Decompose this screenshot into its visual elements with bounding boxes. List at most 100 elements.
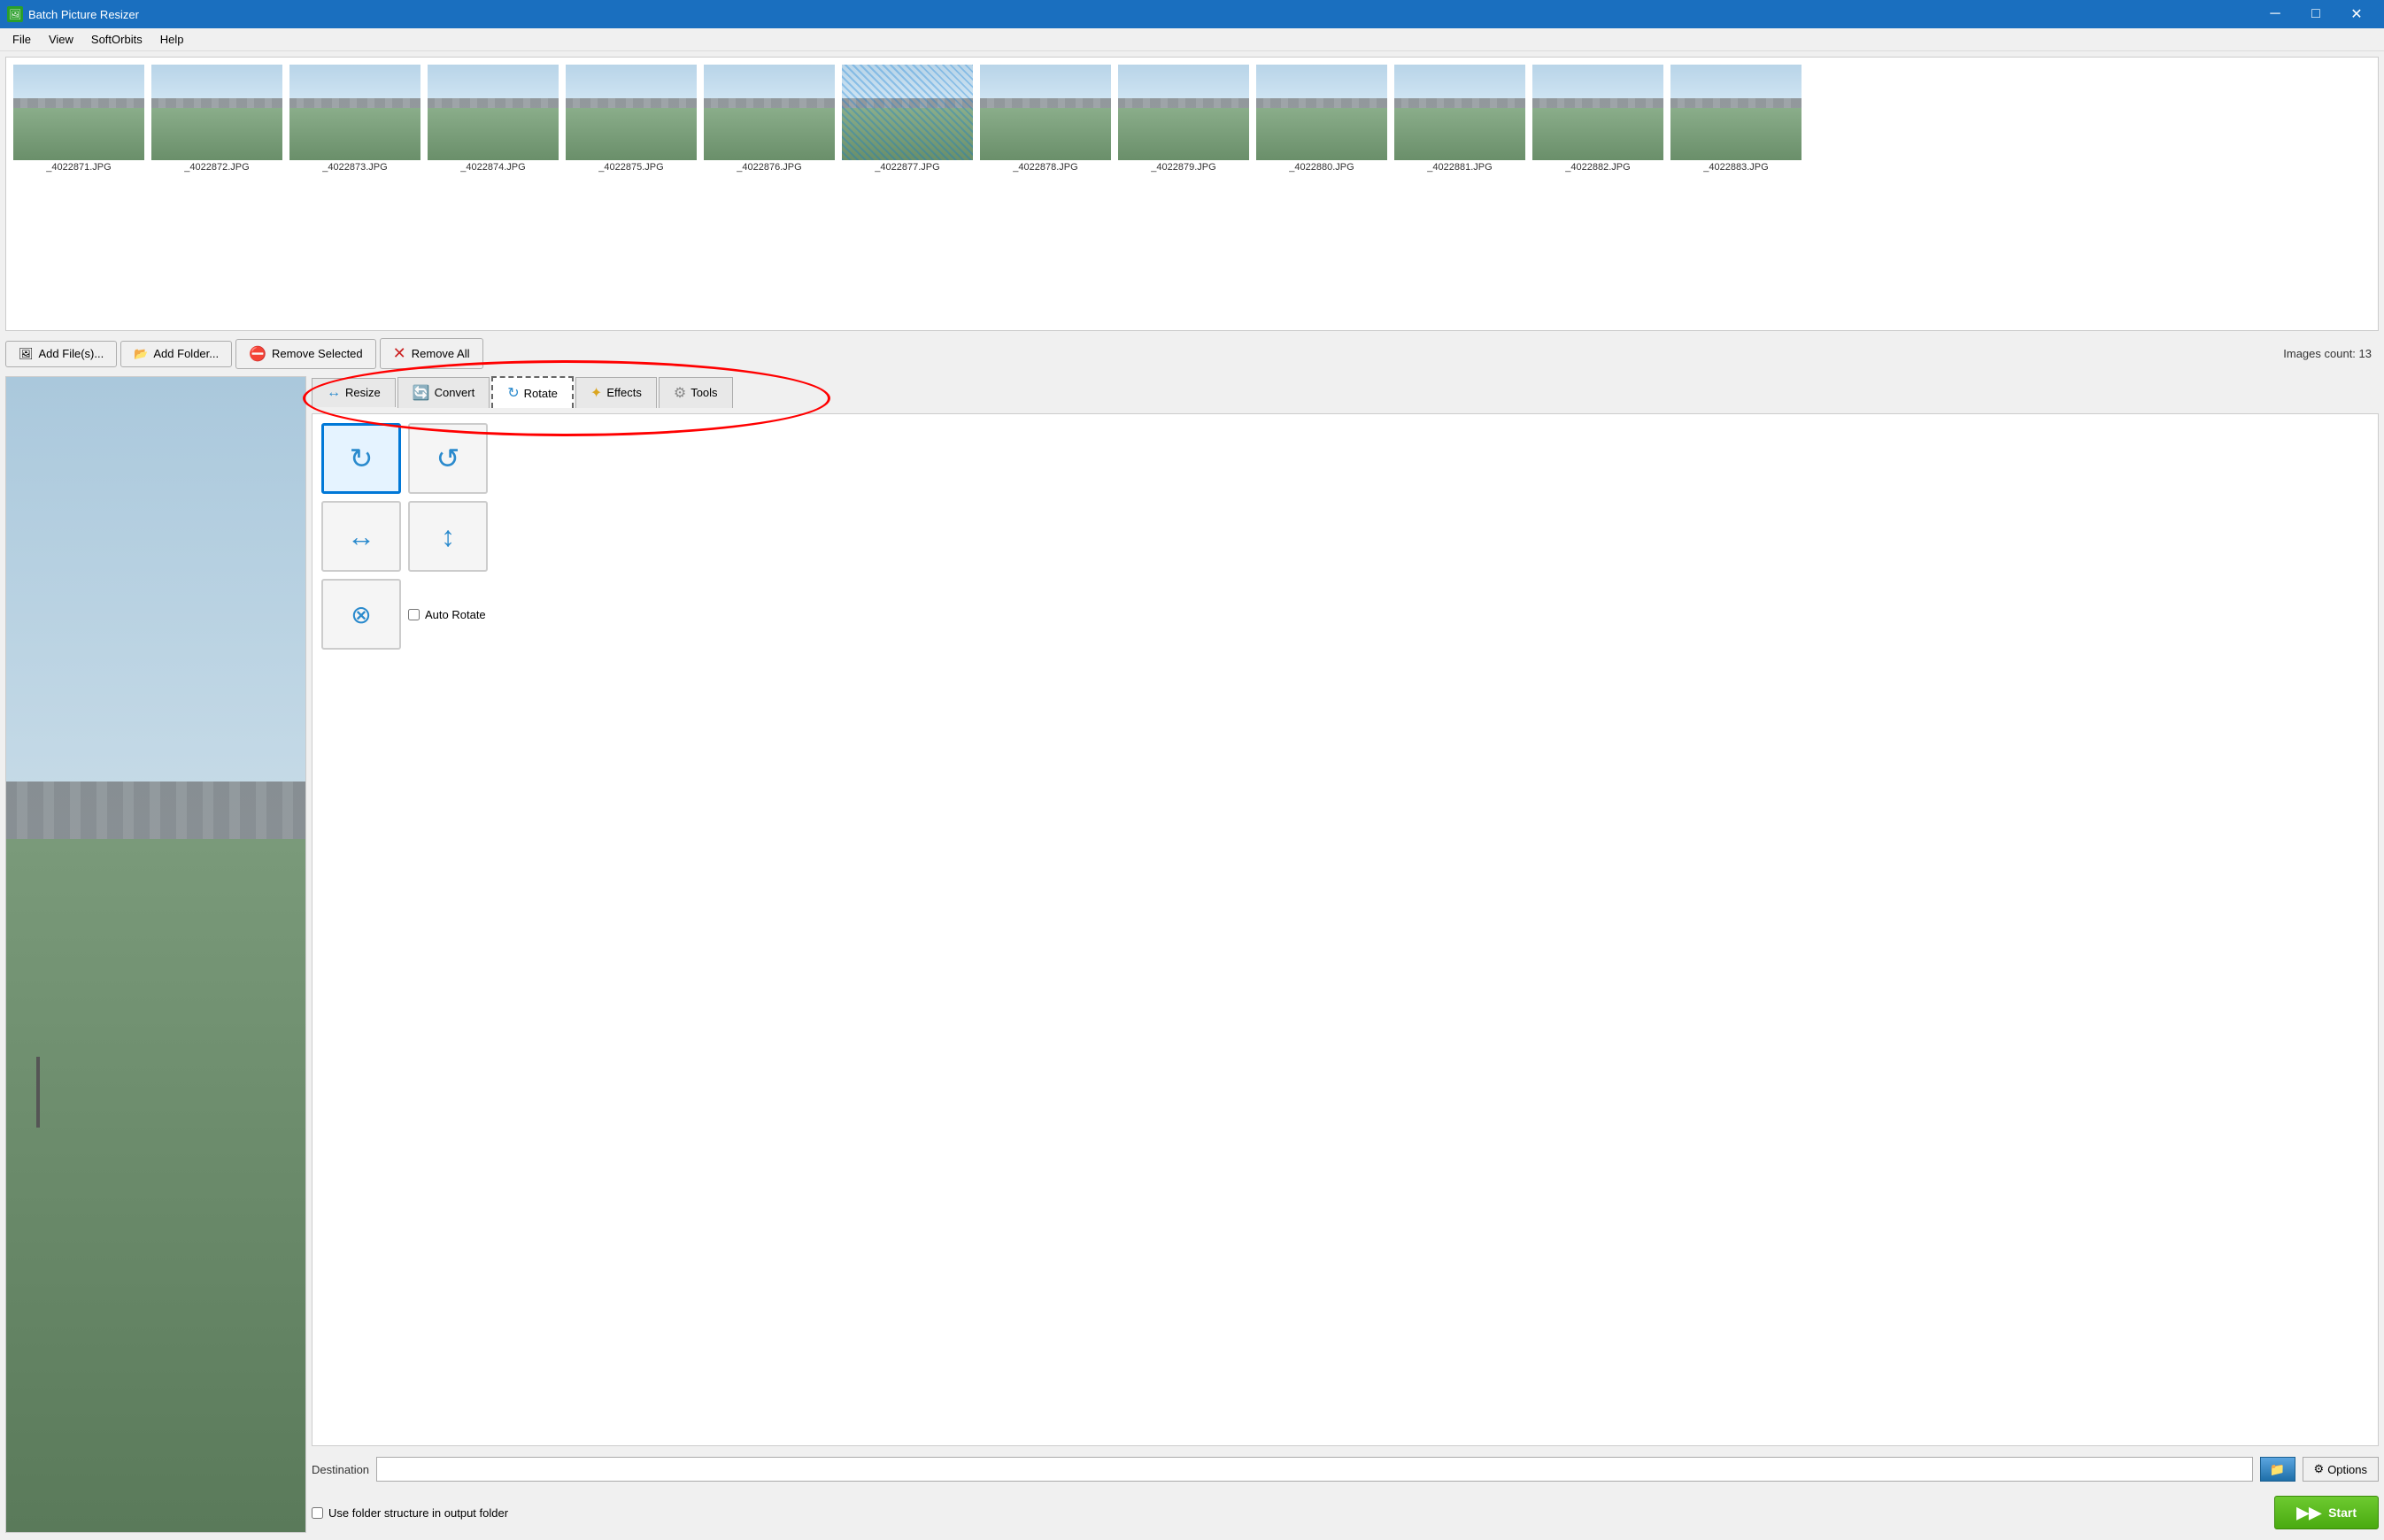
image-name: _4022874.JPG [460, 162, 525, 173]
image-name: _4022879.JPG [1151, 162, 1215, 173]
controls-panel: ↔ Resize 🔄 Convert ↻ Rotate ✦ Effects ⚙ [312, 376, 2379, 1533]
gear-icon: ⚙ [2314, 1462, 2325, 1476]
list-item[interactable]: _4022878.JPG [980, 65, 1111, 173]
app-icon: 🖼 [7, 6, 23, 22]
remove-selected-button[interactable]: ⛔ Remove Selected [235, 339, 376, 369]
list-item[interactable]: _4022879.JPG [1118, 65, 1249, 173]
rotate-row-2: ↔ ↕ [321, 501, 2369, 572]
remove-all-icon: ✕ [393, 344, 406, 363]
rotate-options-panel: ↻ ↺ ↔ ↕ ⊗ [312, 413, 2379, 1446]
bottom-section: ↔ Resize 🔄 Convert ↻ Rotate ✦ Effects ⚙ [5, 376, 2379, 1533]
list-item[interactable]: _4022880.JPG [1256, 65, 1387, 173]
add-files-label: Add File(s)... [39, 347, 104, 360]
list-item[interactable]: _4022876.JPG [704, 65, 835, 173]
rotate-cw-icon: ↻ [350, 442, 374, 475]
auto-rotate-checkbox[interactable] [408, 609, 420, 620]
flip-h-icon: ↔ [347, 520, 375, 553]
folder-structure-checkbox[interactable] [312, 1507, 323, 1519]
toolbar: 🖼 Add File(s)... 📂 Add Folder... ⛔ Remov… [5, 335, 2379, 373]
maximize-button[interactable]: □ [2295, 0, 2336, 28]
options-label: Options [2327, 1463, 2367, 1476]
options-button[interactable]: ⚙ Options [2303, 1457, 2379, 1482]
preview-image [6, 377, 305, 1532]
folder-icon: 📁 [2270, 1462, 2285, 1477]
list-item[interactable]: _4022883.JPG [1670, 65, 1802, 173]
tab-convert[interactable]: 🔄 Convert [397, 377, 490, 408]
menu-softorbits[interactable]: SoftOrbits [82, 30, 151, 49]
menu-file[interactable]: File [4, 30, 40, 49]
minimize-button[interactable]: ─ [2255, 0, 2295, 28]
folder-structure-text: Use folder structure in output folder [328, 1506, 508, 1520]
menu-help[interactable]: Help [151, 30, 193, 49]
list-item[interactable]: _4022877.JPG [842, 65, 973, 173]
preview-panel [5, 376, 306, 1533]
auto-rotate-row: ⊗ Auto Rotate [321, 579, 2369, 650]
start-label: Start [2328, 1505, 2357, 1520]
tab-effects-label: Effects [606, 386, 642, 399]
window-controls: ─ □ ✕ [2255, 0, 2377, 28]
rotate-row-1: ↻ ↺ [321, 423, 2369, 494]
remove-all-label: Remove All [412, 347, 470, 360]
tab-effects[interactable]: ✦ Effects [575, 377, 657, 408]
tab-rotate-label: Rotate [524, 387, 558, 400]
tab-tools-label: Tools [691, 386, 717, 399]
tab-resize-label: Resize [345, 386, 381, 399]
list-item[interactable]: _4022871.JPG [13, 65, 144, 173]
image-name: _4022880.JPG [1289, 162, 1354, 173]
remove-selected-label: Remove Selected [272, 347, 363, 360]
convert-icon: 🔄 [413, 384, 430, 402]
list-item[interactable]: _4022872.JPG [151, 65, 282, 173]
images-count: Images count: 13 [2283, 347, 2379, 360]
image-name: _4022876.JPG [737, 162, 801, 173]
resize-icon: ↔ [327, 385, 341, 401]
flip-vertical-button[interactable]: ↕ [408, 501, 488, 572]
add-files-icon: 🖼 [19, 347, 34, 361]
remove-all-button[interactable]: ✕ Remove All [380, 338, 483, 369]
rotate-cw-button[interactable]: ↻ [321, 423, 401, 494]
close-button[interactable]: ✕ [2336, 0, 2377, 28]
tabs-row: ↔ Resize 🔄 Convert ↻ Rotate ✦ Effects ⚙ [312, 376, 2379, 408]
app-title: Batch Picture Resizer [28, 8, 139, 21]
image-name: _4022882.JPG [1565, 162, 1630, 173]
image-name: _4022883.JPG [1703, 162, 1768, 173]
folder-structure-label[interactable]: Use folder structure in output folder [312, 1506, 508, 1520]
start-arrow-icon: ▶▶ [2296, 1504, 2321, 1522]
list-item[interactable]: _4022874.JPG [428, 65, 559, 173]
remove-selected-icon: ⛔ [249, 345, 266, 363]
destination-label: Destination [312, 1463, 369, 1476]
auto-rotate-button[interactable]: ⊗ [321, 579, 401, 650]
tab-rotate[interactable]: ↻ Rotate [491, 376, 574, 408]
auto-rotate-checkbox-label[interactable]: Auto Rotate [408, 608, 486, 621]
title-bar: 🖼 Batch Picture Resizer ─ □ ✕ [0, 0, 2384, 28]
add-folder-button[interactable]: 📂 Add Folder... [120, 341, 232, 367]
destination-bar: Destination 📁 ⚙ Options [312, 1451, 2379, 1487]
rotate-ccw-icon: ↺ [436, 442, 460, 475]
flip-v-icon: ↕ [441, 520, 455, 553]
bottom-row: Use folder structure in output folder ▶▶… [312, 1492, 2379, 1533]
tab-convert-label: Convert [435, 386, 475, 399]
menu-bar: File View SoftOrbits Help [0, 28, 2384, 51]
image-name: _4022871.JPG [46, 162, 111, 173]
effects-icon: ✦ [590, 384, 602, 402]
tab-tools[interactable]: ⚙ Tools [659, 377, 733, 408]
rotate-icon: ↻ [507, 384, 519, 402]
rotate-ccw-button[interactable]: ↺ [408, 423, 488, 494]
tab-resize[interactable]: ↔ Resize [312, 378, 396, 407]
start-button[interactable]: ▶▶ Start [2274, 1496, 2379, 1529]
image-grid: _4022871.JPG _4022872.JPG _4022873.JPG _… [5, 57, 2379, 331]
destination-folder-button[interactable]: 📁 [2260, 1457, 2295, 1482]
list-item[interactable]: _4022882.JPG [1532, 65, 1663, 173]
list-item[interactable]: _4022873.JPG [289, 65, 420, 173]
image-name: _4022873.JPG [322, 162, 387, 173]
flip-horizontal-button[interactable]: ↔ [321, 501, 401, 572]
list-item[interactable]: _4022881.JPG [1394, 65, 1525, 173]
auto-rotate-icon: ⊗ [351, 600, 371, 629]
destination-input[interactable] [376, 1457, 2252, 1482]
add-files-button[interactable]: 🖼 Add File(s)... [5, 341, 117, 367]
list-item[interactable]: _4022875.JPG [566, 65, 697, 173]
image-name: _4022881.JPG [1427, 162, 1492, 173]
image-name: _4022877.JPG [875, 162, 939, 173]
title-bar-left: 🖼 Batch Picture Resizer [7, 6, 139, 22]
menu-view[interactable]: View [40, 30, 82, 49]
image-name: _4022875.JPG [598, 162, 663, 173]
